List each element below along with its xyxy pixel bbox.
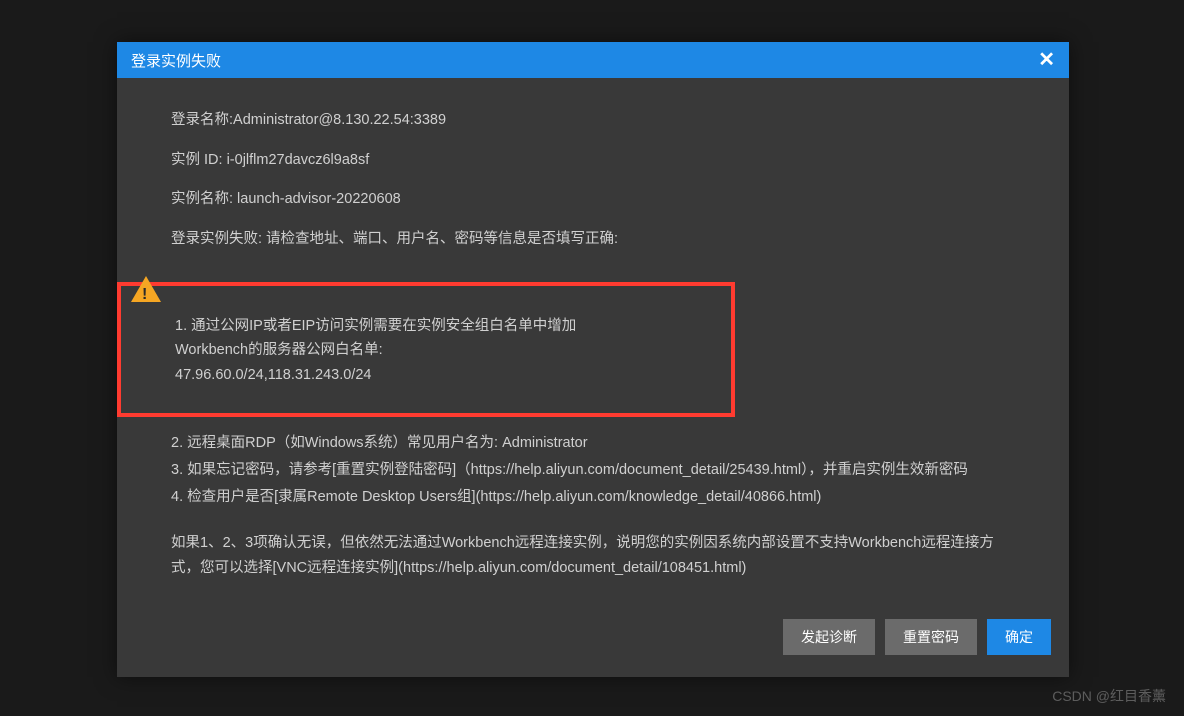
info-block: 登录名称:Administrator@8.130.22.54:3389 实例 I… bbox=[171, 108, 1015, 252]
reset-password-button[interactable]: 重置密码 bbox=[885, 619, 977, 655]
modal-body: 登录名称:Administrator@8.130.22.54:3389 实例 I… bbox=[117, 78, 1069, 601]
steps-block: 2. 远程桌面RDP（如Windows系统）常见用户名为: Administra… bbox=[171, 431, 1015, 509]
confirm-button[interactable]: 确定 bbox=[987, 619, 1051, 655]
summary-block: 如果1、2、3项确认无误，但依然无法通过Workbench远程连接实例，说明您的… bbox=[171, 531, 1015, 580]
instance-id-line: 实例 ID: i-0jlflm27davcz6l9a8sf bbox=[171, 148, 1015, 173]
close-icon[interactable]: ✕ bbox=[1038, 50, 1055, 70]
summary-text: 如果1、2、3项确认无误，但依然无法通过Workbench远程连接实例，说明您的… bbox=[171, 531, 1015, 580]
step-2: 2. 远程桌面RDP（如Windows系统）常见用户名为: Administra… bbox=[171, 431, 1015, 456]
step-4: 4. 检查用户是否[隶属Remote Desktop Users组](https… bbox=[171, 485, 1015, 510]
fail-msg-line: 登录实例失败: 请检查地址、端口、用户名、密码等信息是否填写正确: bbox=[171, 227, 1015, 252]
instance-name-line: 实例名称: launch-advisor-20220608 bbox=[171, 187, 1015, 212]
step-3: 3. 如果忘记密码，请参考[重置实例登陆密码]（https://help.ali… bbox=[171, 458, 1015, 483]
highlight-line-1: 1. 通过公网IP或者EIP访问实例需要在实例安全组白名单中增加 bbox=[175, 314, 711, 339]
highlight-line-2: Workbench的服务器公网白名单: bbox=[175, 338, 711, 363]
modal-header: 登录实例失败 ✕ bbox=[117, 42, 1069, 78]
warning-triangle-icon bbox=[131, 276, 161, 302]
modal-footer: 发起诊断 重置密码 确定 bbox=[117, 601, 1069, 677]
login-failure-modal: 登录实例失败 ✕ 登录名称:Administrator@8.130.22.54:… bbox=[117, 42, 1069, 677]
login-name-line: 登录名称:Administrator@8.130.22.54:3389 bbox=[171, 108, 1015, 133]
diagnose-button[interactable]: 发起诊断 bbox=[783, 619, 875, 655]
highlight-box: 1. 通过公网IP或者EIP访问实例需要在实例安全组白名单中增加 Workben… bbox=[117, 282, 735, 418]
watermark-text: CSDN @红目香薰 bbox=[1052, 686, 1166, 706]
highlight-line-3: 47.96.60.0/24,118.31.243.0/24 bbox=[175, 363, 711, 388]
modal-title: 登录实例失败 bbox=[131, 50, 221, 71]
